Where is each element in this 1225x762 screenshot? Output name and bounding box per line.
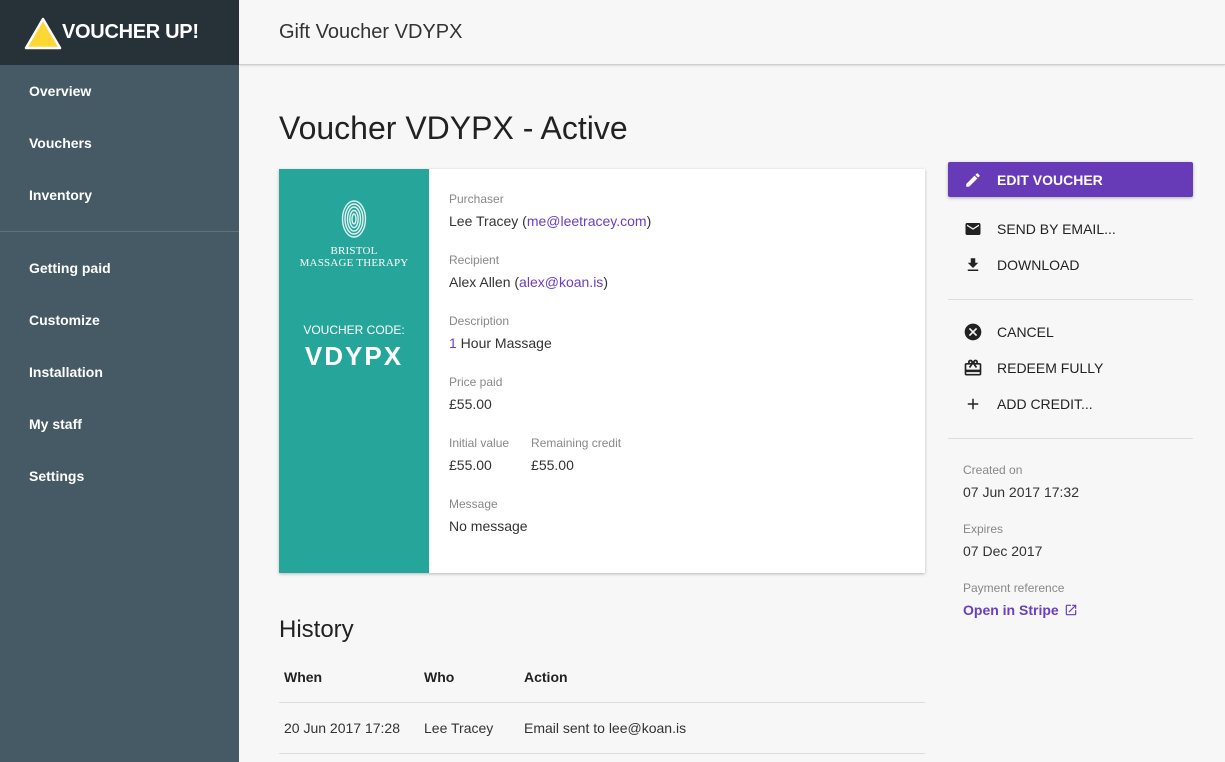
sidebar-item-vouchers[interactable]: Vouchers — [0, 117, 239, 169]
value-row: Initial value £55.00 Remaining credit £5… — [449, 436, 925, 497]
envelope-icon — [963, 219, 983, 239]
voucher-card: BRISTOL MASSAGE THERAPY VOUCHER CODE: VD… — [279, 169, 925, 573]
redeem-fully-button[interactable]: REDEEM FULLY — [948, 350, 1193, 386]
cancel-label: CANCEL — [997, 324, 1054, 340]
add-credit-button[interactable]: ADD CREDIT... — [948, 386, 1193, 422]
initial-value: £55.00 — [449, 457, 492, 473]
sidebar-item-overview[interactable]: Overview — [0, 65, 239, 117]
download-icon — [963, 255, 983, 275]
price-field: Price paid £55.00 — [449, 375, 925, 412]
created-on-label: Created on — [963, 463, 1023, 477]
voucher-meta: Created on 07 Jun 2017 17:32 Expires 07 … — [948, 463, 1193, 620]
history-col-when[interactable]: When — [279, 652, 419, 703]
table-row: 20 Jun 2017 17:28 Lee Tracey Email sent … — [279, 702, 925, 754]
recipient-email-link[interactable]: alex@koan.is — [519, 274, 603, 290]
open-in-stripe-link[interactable]: Open in Stripe — [963, 602, 1078, 618]
expires-value: 07 Dec 2017 — [963, 543, 1043, 559]
business-name-line2: MASSAGE THERAPY — [299, 257, 409, 269]
purchaser-value: Lee Tracey (me@leetracey.com) — [449, 213, 925, 229]
history-cell-who: Lee Tracey — [419, 702, 519, 754]
message-field: Message No message — [449, 497, 925, 534]
add-credit-label: ADD CREDIT... — [997, 396, 1093, 412]
description-field: Description 1 Hour Massage — [449, 314, 925, 351]
edit-voucher-label: EDIT VOUCHER — [997, 171, 1103, 188]
recipient-field: Recipient Alex Allen (alex@koan.is) — [449, 253, 925, 290]
recipient-value: Alex Allen (alex@koan.is) — [449, 274, 925, 290]
message-label: Message — [449, 497, 498, 511]
pencil-icon — [963, 170, 983, 190]
business-name-line1: BRISTOL — [330, 245, 378, 257]
redeem-fully-label: REDEEM FULLY — [997, 360, 1104, 376]
purchaser-field: Purchaser Lee Tracey (me@leetracey.com) — [449, 192, 925, 229]
history-col-who[interactable]: Who — [419, 652, 519, 703]
sidebar-item-customize[interactable]: Customize — [0, 294, 239, 346]
recipient-name: Alex Allen ( — [449, 274, 520, 290]
page-title: Voucher VDYPX - Active — [279, 110, 628, 146]
open-in-stripe-label: Open in Stripe — [963, 602, 1059, 618]
description-qty: 1 — [449, 335, 457, 351]
actions-panel: EDIT VOUCHER SEND BY EMAIL... DOWNLOAD C… — [948, 162, 1193, 620]
send-by-email-button[interactable]: SEND BY EMAIL... — [948, 211, 1193, 247]
sidebar-item-inventory[interactable]: Inventory — [0, 169, 239, 221]
send-by-email-label: SEND BY EMAIL... — [997, 221, 1116, 237]
history-table: When Who Action 20 Jun 2017 17:28 Lee Tr… — [279, 652, 925, 754]
message-value: No message — [449, 518, 528, 534]
voucher-preview: BRISTOL MASSAGE THERAPY VOUCHER CODE: VD… — [279, 169, 429, 573]
purchaser-email-link[interactable]: me@leetracey.com — [527, 213, 647, 229]
remaining-credit-field: Remaining credit £55.00 — [531, 436, 621, 473]
cancel-button[interactable]: CANCEL — [948, 314, 1193, 350]
expires-label: Expires — [963, 522, 1004, 536]
recipient-close: ) — [603, 274, 608, 290]
description-label: Description — [449, 314, 510, 328]
sidebar-nav-bottom: Getting paid Customize Installation My s… — [0, 242, 239, 502]
download-label: DOWNLOAD — [997, 257, 1080, 273]
top-app-bar: Gift Voucher VDYPX — [239, 0, 1225, 65]
edit-voucher-button[interactable]: EDIT VOUCHER — [948, 162, 1193, 197]
plus-icon — [963, 394, 983, 414]
brand-bar[interactable]: VOUCHER UP! — [0, 0, 239, 65]
price-value: £55.00 — [449, 396, 492, 412]
fingerprint-logo-icon — [341, 199, 367, 239]
history-cell-action: Email sent to lee@koan.is — [519, 702, 925, 754]
description-value: 1 Hour Massage — [449, 335, 925, 351]
topbar-title: Gift Voucher VDYPX — [279, 20, 463, 43]
recipient-label: Recipient — [449, 253, 500, 267]
download-button[interactable]: DOWNLOAD — [948, 247, 1193, 283]
remaining-credit-value: £55.00 — [531, 457, 574, 473]
cancel-circle-icon — [963, 322, 983, 342]
triangle-logo-icon — [24, 17, 62, 49]
history-cell-when: 20 Jun 2017 17:28 — [279, 702, 419, 754]
sidebar-item-getting-paid[interactable]: Getting paid — [0, 242, 239, 294]
initial-value-field: Initial value £55.00 — [449, 436, 509, 473]
voucher-code-value: VDYPX — [304, 341, 404, 371]
sidebar-divider — [0, 231, 239, 232]
description-text: Hour Massage — [456, 335, 552, 351]
purchaser-close: ) — [646, 213, 652, 229]
sidebar-item-settings[interactable]: Settings — [0, 450, 239, 502]
purchaser-name: Lee Tracey ( — [449, 213, 527, 229]
history-col-action[interactable]: Action — [519, 652, 925, 703]
purchaser-label: Purchaser — [449, 192, 504, 206]
voucher-code-label: VOUCHER CODE: — [303, 323, 405, 337]
sidebar-nav-top: Overview Vouchers Inventory — [0, 65, 239, 221]
sidebar-item-my-staff[interactable]: My staff — [0, 398, 239, 450]
brand-name: VOUCHER UP! — [62, 21, 199, 43]
business-name: BRISTOL MASSAGE THERAPY — [300, 245, 409, 269]
payment-reference-label: Payment reference — [963, 581, 1065, 595]
voucher-details: Purchaser Lee Tracey (me@leetracey.com) … — [429, 169, 925, 573]
external-link-icon — [1064, 603, 1078, 617]
remaining-credit-label: Remaining credit — [531, 436, 622, 450]
history-header-row: When Who Action — [279, 652, 925, 703]
redeem-icon — [963, 358, 983, 378]
initial-value-label: Initial value — [449, 436, 510, 450]
created-on-value: 07 Jun 2017 17:32 — [963, 484, 1079, 500]
sidebar: VOUCHER UP! Overview Vouchers Inventory … — [0, 0, 239, 762]
sidebar-item-installation[interactable]: Installation — [0, 346, 239, 398]
history-title: History — [279, 616, 354, 643]
price-label: Price paid — [449, 375, 503, 389]
